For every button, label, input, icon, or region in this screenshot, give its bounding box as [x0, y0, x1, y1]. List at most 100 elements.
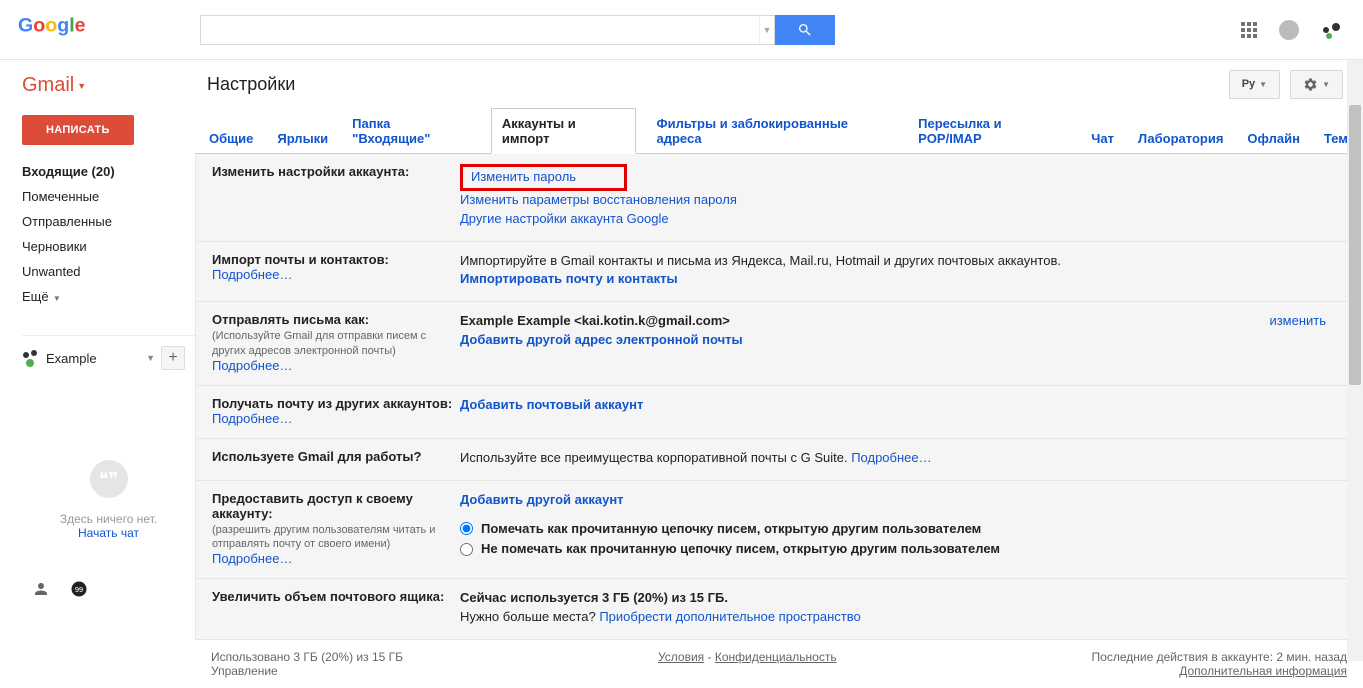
section-title: Получать почту из других аккаунтов:: [212, 396, 460, 411]
section-subtitle: (разрешить другим пользователям читать и…: [212, 523, 460, 552]
learn-more-link[interactable]: Подробнее…: [212, 267, 292, 282]
section-import: Импорт почты и контактов: Подробнее… Имп…: [196, 242, 1362, 303]
section-title: Изменить настройки аккаунта:: [212, 164, 460, 179]
user-avatar[interactable]: [1321, 19, 1343, 41]
search-container: ▼: [200, 15, 835, 45]
footer-center: Условия - Конфиденциальность: [403, 650, 1092, 678]
tab-labs[interactable]: Лаборатория: [1134, 124, 1227, 153]
privacy-link[interactable]: Конфиденциальность: [715, 650, 837, 664]
section-account-settings: Изменить настройки аккаунта: Изменить па…: [196, 154, 1362, 242]
tab-filters[interactable]: Фильтры и заблокированные адреса: [652, 109, 898, 153]
nav-starred[interactable]: Помеченные: [22, 184, 195, 209]
gmail-label-text: Gmail: [22, 74, 74, 97]
presence-icon: [22, 349, 40, 367]
learn-more-link[interactable]: Подробнее…: [851, 450, 931, 465]
storage-more-text: Нужно больше места?: [460, 609, 599, 624]
radio-dont-mark-read[interactable]: Не помечать как прочитанную цепочку писе…: [460, 540, 1346, 559]
settings-tabs: Общие Ярлыки Папка "Входящие" Аккаунты и…: [195, 108, 1363, 153]
section-grant-access: Предоставить доступ к своему аккаунту: (…: [196, 481, 1362, 580]
svg-text:99: 99: [75, 585, 83, 594]
scrollbar-thumb[interactable]: [1349, 105, 1361, 385]
header: Google ▼: [0, 0, 1363, 60]
section-gsuite: Используете Gmail для работы? Используйт…: [196, 439, 1362, 481]
search-input[interactable]: ▼: [200, 15, 775, 45]
compose-button[interactable]: НАПИСАТЬ: [22, 115, 134, 145]
storage-text: Использовано 3 ГБ (20%) из 15 ГБ: [211, 650, 403, 664]
hangouts-profile[interactable]: Example ▼ +: [22, 335, 195, 370]
bottom-tabs: 99: [22, 580, 195, 598]
section-title: Предоставить доступ к своему аккаунту:: [212, 491, 460, 521]
main-content: Настройки Ру▼ ▼ Общие Ярлыки Папка "Вход…: [195, 60, 1363, 688]
hangouts-icon: ❝❞: [90, 460, 128, 498]
folder-nav: Входящие (20) Помеченные Отправленные Че…: [22, 159, 195, 309]
tab-general[interactable]: Общие: [205, 124, 257, 153]
learn-more-link[interactable]: Подробнее…: [212, 551, 292, 566]
caret-down-icon: ▼: [51, 294, 61, 303]
footer-right: Последние действия в аккаунте: 2 мин. на…: [1092, 650, 1347, 678]
nav-inbox[interactable]: Входящие (20): [22, 159, 195, 184]
section-title: Импорт почты и контактов:: [212, 252, 460, 267]
caret-down-icon[interactable]: ▼: [146, 353, 155, 363]
add-email-link[interactable]: Добавить другой адрес электронной почты: [460, 332, 743, 347]
section-title: Увеличить объем почтового ящика:: [212, 589, 460, 604]
hangouts-empty-text: Здесь ничего нет.: [22, 512, 195, 526]
section-send-as: Отправлять письма как: (Используйте Gmai…: [196, 302, 1362, 386]
apps-icon[interactable]: [1241, 22, 1257, 38]
settings-gear-button[interactable]: ▼: [1290, 70, 1343, 99]
learn-more-link[interactable]: Подробнее…: [212, 411, 292, 426]
add-delegate-link[interactable]: Добавить другой аккаунт: [460, 492, 624, 507]
scrollbar[interactable]: [1347, 60, 1363, 661]
footer: Использовано 3 ГБ (20%) из 15 ГБ Управле…: [195, 640, 1363, 688]
change-password-link[interactable]: Изменить пароль: [471, 169, 576, 184]
tab-pop-imap[interactable]: Пересылка и POP/IMAP: [914, 109, 1071, 153]
nav-unwanted[interactable]: Unwanted: [22, 259, 195, 284]
add-contact-button[interactable]: +: [161, 346, 185, 370]
buy-storage-link[interactable]: Приобрести дополнительное пространство: [599, 609, 860, 624]
other-account-settings-link[interactable]: Другие настройки аккаунта Google: [460, 211, 669, 226]
nav-sent[interactable]: Отправленные: [22, 209, 195, 234]
nav-more[interactable]: Ещё ▼: [22, 284, 195, 309]
section-check-mail: Получать почту из других аккаунтов: Подр…: [196, 386, 1362, 439]
add-mail-account-link[interactable]: Добавить почтовый аккаунт: [460, 397, 643, 412]
learn-more-link[interactable]: Подробнее…: [212, 358, 292, 373]
settings-content: Изменить настройки аккаунта: Изменить па…: [195, 153, 1363, 640]
send-as-identity: Example Example <kai.kotin.k@gmail.com>: [460, 313, 730, 328]
tab-chat[interactable]: Чат: [1087, 124, 1118, 153]
search-dropdown-icon[interactable]: ▼: [759, 16, 774, 44]
storage-usage: Сейчас используется 3 ГБ (20%) из 15 ГБ.: [460, 590, 728, 605]
footer-left: Использовано 3 ГБ (20%) из 15 ГБ Управле…: [211, 650, 403, 678]
tab-accounts[interactable]: Аккаунты и импорт: [491, 108, 637, 154]
language-button[interactable]: Ру▼: [1229, 70, 1280, 99]
hangouts-tab-icon[interactable]: 99: [70, 580, 88, 598]
activity-text: Последние действия в аккаунте: 2 мин. на…: [1092, 650, 1347, 664]
terms-link[interactable]: Условия: [658, 650, 704, 664]
svg-text:Google: Google: [18, 15, 86, 37]
import-desc: Импортируйте в Gmail контакты и письма и…: [460, 252, 1346, 271]
profile-name: Example: [46, 351, 140, 366]
tab-inbox[interactable]: Папка "Входящие": [348, 109, 475, 153]
edit-link[interactable]: изменить: [1269, 312, 1326, 331]
search-button[interactable]: [775, 15, 835, 45]
gmail-menu[interactable]: Gmail ▼: [22, 74, 195, 97]
section-title: Отправлять письма как:: [212, 312, 460, 327]
subheader: Настройки Ру▼ ▼: [195, 60, 1363, 108]
recovery-options-link[interactable]: Изменить параметры восстановления пароля: [460, 192, 737, 207]
sidebar: Gmail ▼ НАПИСАТЬ Входящие (20) Помеченны…: [0, 60, 195, 688]
notifications-icon[interactable]: [1279, 20, 1299, 40]
google-logo[interactable]: Google: [18, 12, 110, 46]
caret-down-icon: ▼: [77, 81, 86, 91]
import-action-link[interactable]: Импортировать почту и контакты: [460, 271, 678, 286]
details-link[interactable]: Дополнительная информация: [1179, 664, 1347, 678]
highlight-box: Изменить пароль: [460, 164, 627, 191]
page-title: Настройки: [207, 74, 295, 95]
start-chat-link[interactable]: Начать чат: [78, 526, 139, 540]
hangouts-empty: ❝❞ Здесь ничего нет. Начать чат: [22, 460, 195, 540]
radio-mark-read[interactable]: Помечать как прочитанную цепочку писем, …: [460, 520, 1346, 539]
nav-drafts[interactable]: Черновики: [22, 234, 195, 259]
manage-link[interactable]: Управление: [211, 664, 278, 678]
contacts-icon[interactable]: [32, 580, 50, 598]
section-subtitle: (Используйте Gmail для отправки писем с …: [212, 329, 460, 358]
tab-offline[interactable]: Офлайн: [1243, 124, 1304, 153]
tab-labels[interactable]: Ярлыки: [273, 124, 332, 153]
section-title: Используете Gmail для работы?: [212, 449, 460, 464]
